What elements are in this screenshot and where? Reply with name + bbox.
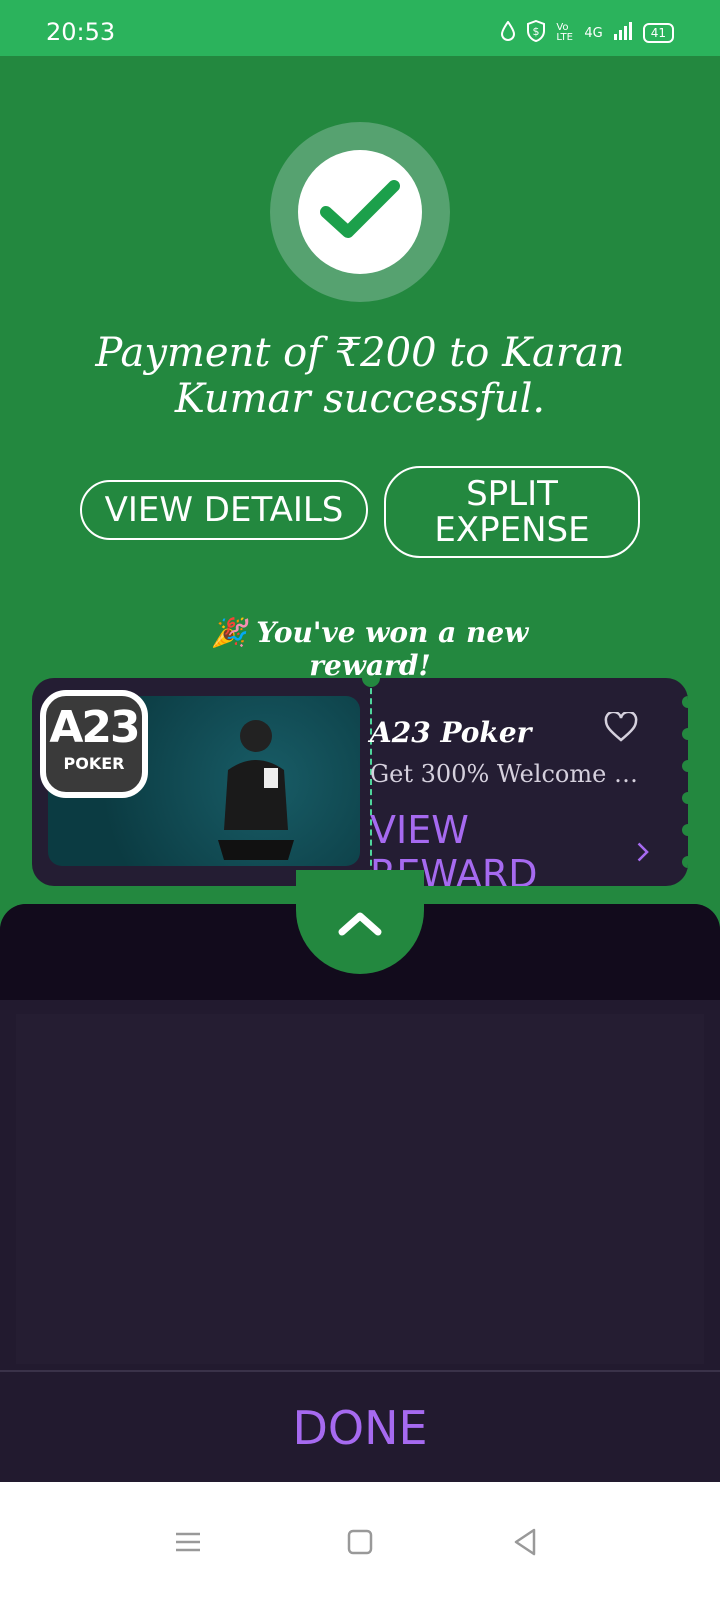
navigation-bar	[0, 1482, 720, 1600]
chevron-up-icon	[338, 912, 382, 936]
ticket-edge	[682, 792, 688, 804]
check-icon	[320, 180, 400, 238]
ticket-edge	[682, 856, 688, 868]
chevron-right-icon	[638, 842, 650, 862]
ticket-edge	[682, 728, 688, 740]
a23-poker-logo: A23 POKER	[40, 690, 148, 798]
volte-label: Vo LTE	[556, 22, 573, 43]
view-details-button[interactable]: VIEW DETAILS	[80, 480, 368, 540]
menu-icon[interactable]	[168, 1522, 208, 1562]
signal-icon	[613, 22, 633, 44]
logo-mark: A23	[49, 702, 140, 753]
payment-message: Payment of ₹200 to Karan Kumar successfu…	[95, 330, 625, 422]
svg-text:$: $	[533, 25, 540, 38]
ticket-edge	[682, 696, 688, 708]
ticket-notch	[362, 678, 380, 687]
success-badge	[270, 122, 450, 302]
status-icons: $ Vo LTE 4G 41	[500, 19, 674, 46]
done-button[interactable]: DONE	[260, 1390, 460, 1466]
check-circle	[298, 150, 422, 274]
status-time: 20:53	[46, 18, 116, 46]
reward-description: Get 300% Welcome Bo...	[370, 760, 640, 788]
reward-title: A23 Poker	[370, 716, 532, 749]
ticket-edge	[682, 760, 688, 772]
logo-text: POKER	[63, 754, 125, 773]
network-label: 4G	[584, 25, 603, 41]
reward-banner: 🎉 You've won a new reward!	[211, 616, 529, 682]
person-figure-icon	[218, 720, 294, 860]
status-bar: 20:53 $ Vo LTE 4G 41	[0, 0, 720, 56]
home-icon[interactable]	[340, 1522, 380, 1562]
ticket-edge	[682, 824, 688, 836]
drop-icon	[500, 20, 516, 45]
split-expense-button[interactable]: SPLIT EXPENSE	[384, 466, 640, 558]
battery-icon: 41	[642, 23, 674, 43]
back-icon[interactable]	[506, 1522, 546, 1562]
heart-icon[interactable]	[604, 710, 638, 746]
done-bar: DONE	[0, 1370, 720, 1484]
sheet-body	[16, 1014, 704, 1364]
shield-dollar-icon: $	[526, 19, 546, 46]
